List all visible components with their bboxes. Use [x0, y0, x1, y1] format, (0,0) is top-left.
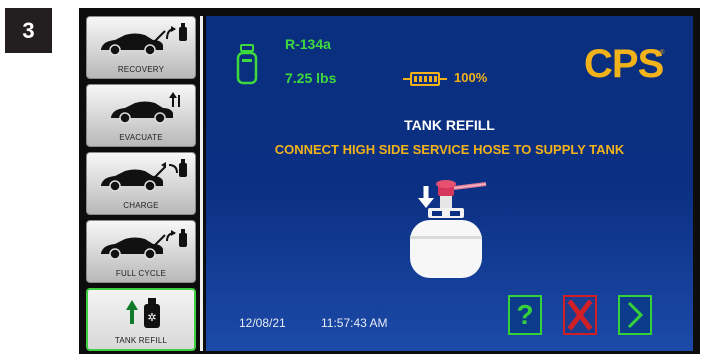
page-title: TANK REFILL [404, 117, 495, 133]
tank-hose-illustration [410, 180, 487, 278]
sidebar-divider [200, 16, 203, 351]
full-cycle-label: FULL CYCLE [115, 269, 167, 278]
sidebar-menu: RECOVERY EVACUATE CHARGE FULL CYCLE ✲ TA… [86, 16, 200, 351]
step-number-badge: 3 [5, 8, 52, 53]
tank-refill-label: TANK REFILL [114, 336, 168, 345]
next-icon [627, 301, 644, 329]
evacuate-button[interactable]: EVACUATE [86, 84, 196, 147]
tank-icon [236, 44, 258, 85]
tank-refill-button[interactable]: ✲ TANK REFILL [86, 288, 196, 351]
next-button[interactable] [618, 295, 652, 335]
svg-text:✲: ✲ [147, 311, 156, 324]
time-display: 11:57:43 AM [321, 316, 388, 330]
car-recovery-icon [101, 23, 187, 56]
help-button[interactable]: ? [508, 295, 542, 335]
cps-logo: CPS [584, 42, 664, 86]
charge-label: CHARGE [123, 201, 159, 210]
full-cycle-button[interactable]: FULL CYCLE [86, 220, 196, 283]
registered-mark: ® [660, 50, 665, 56]
battery-percentage: 100% [454, 70, 488, 85]
recovery-button[interactable]: RECOVERY [86, 16, 196, 79]
battery-icon [403, 72, 447, 86]
refrigerant-type: R-134a [285, 36, 331, 52]
help-icon: ? [516, 299, 534, 330]
car-evacuate-icon [111, 92, 180, 124]
evacuate-label: EVACUATE [119, 133, 163, 142]
cancel-icon [567, 299, 593, 331]
car-full-cycle-icon [101, 229, 187, 260]
car-charge-icon [101, 159, 187, 192]
main-screen: R-134a 7.25 lbs 100% CPS ® TANK REFILL C… [206, 16, 693, 351]
tank-refill-icon: ✲ [126, 298, 160, 328]
instruction-text: CONNECT HIGH SIDE SERVICE HOSE TO SUPPLY… [274, 142, 625, 157]
date-display: 12/08/21 [239, 316, 286, 330]
charge-button[interactable]: CHARGE [86, 152, 196, 215]
recovery-label: RECOVERY [117, 65, 165, 74]
cancel-button[interactable] [563, 295, 597, 335]
tank-weight: 7.25 lbs [285, 70, 337, 86]
